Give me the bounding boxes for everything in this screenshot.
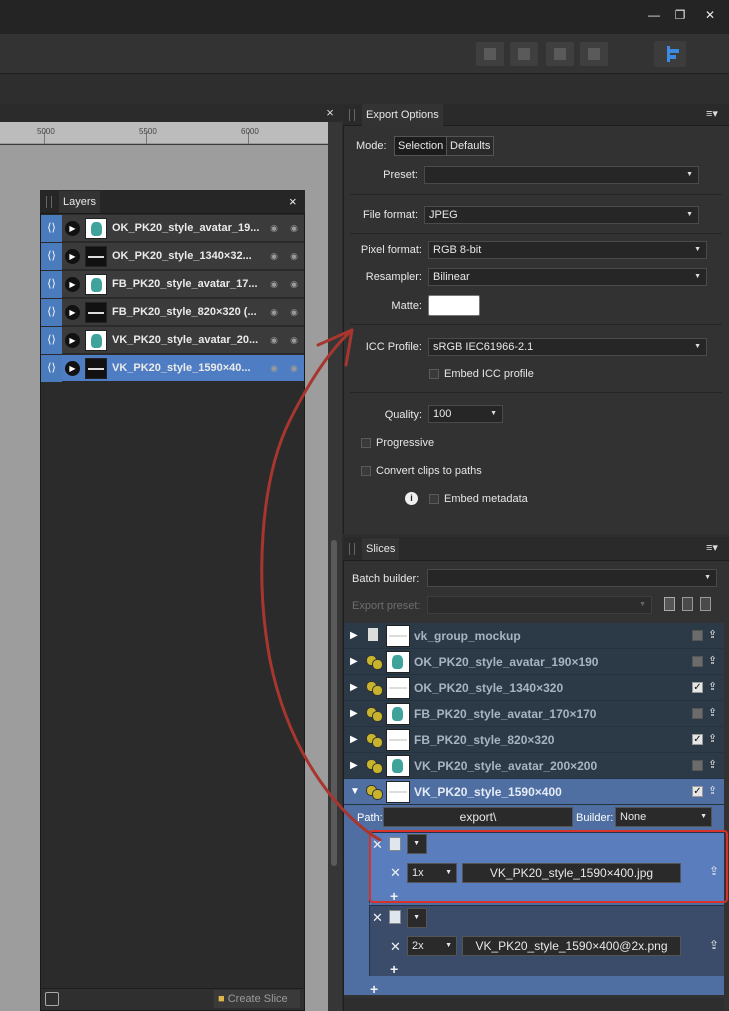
annotation-arrow: [260, 328, 382, 842]
